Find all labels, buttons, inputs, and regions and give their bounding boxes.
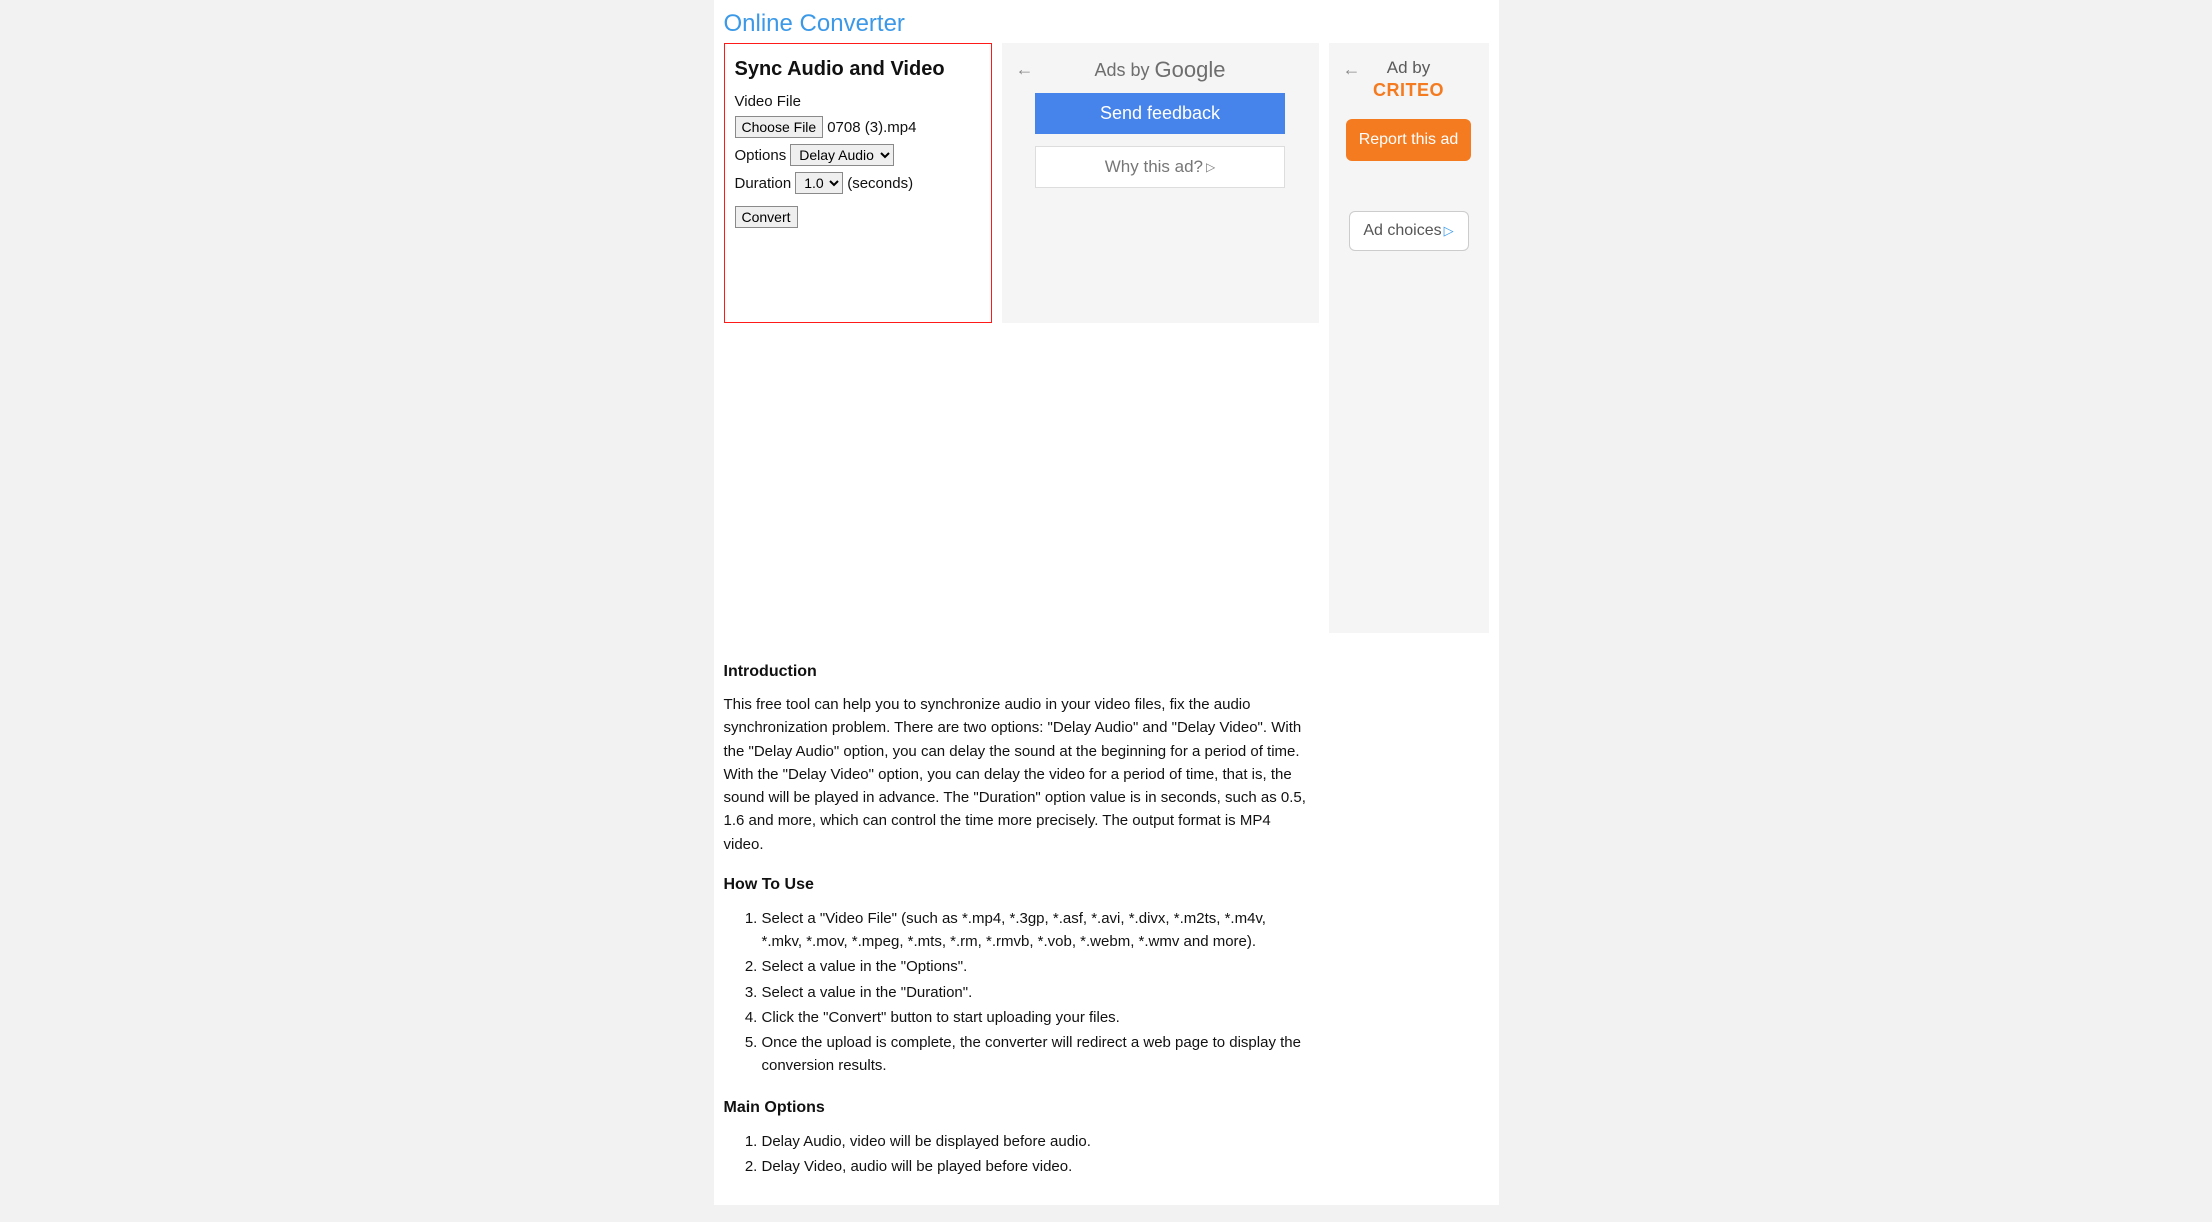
adchoices-icon: ▷	[1444, 223, 1454, 238]
duration-row: Duration 1.0 (seconds)	[735, 172, 981, 194]
options-row: Options Delay Audio	[735, 144, 981, 166]
list-item: Select a value in the "Duration".	[762, 980, 1309, 1005]
list-item: Delay Video, audio will be played before…	[762, 1154, 1309, 1179]
howto-heading: How To Use	[724, 876, 1309, 894]
why-this-ad-button[interactable]: Why this ad?▷	[1035, 146, 1285, 188]
google-logo-text: Google	[1155, 57, 1226, 82]
tool-panel: Sync Audio and Video Video File Choose F…	[724, 43, 992, 323]
list-item: Delay Audio, video will be displayed bef…	[762, 1129, 1309, 1154]
ad-google-panel: ← Ads by Google Send feedback Why this a…	[1002, 43, 1319, 323]
page-stage: Online Converter Sync Audio and Video Vi…	[714, 0, 1499, 1205]
howto-list: Select a "Video File" (such as *.mp4, *.…	[724, 906, 1309, 1079]
list-item: Click the "Convert" button to start uplo…	[762, 1005, 1309, 1030]
send-feedback-button[interactable]: Send feedback	[1035, 93, 1285, 134]
convert-button[interactable]: Convert	[735, 206, 798, 228]
list-item: Once the upload is complete, the convert…	[762, 1030, 1309, 1079]
ad-google-back-icon[interactable]: ←	[1016, 60, 1034, 78]
list-item: Select a value in the "Options".	[762, 954, 1309, 979]
choose-file-button[interactable]: Choose File	[735, 116, 824, 138]
duration-select[interactable]: 1.0	[795, 172, 843, 194]
ad-criteo-panel: ← Ad by CRITEO Report this ad Ad choices…	[1329, 43, 1489, 633]
list-item: Select a "Video File" (such as *.mp4, *.…	[762, 906, 1309, 955]
file-label: Video File	[735, 93, 801, 110]
main-options-heading: Main Options	[724, 1099, 1309, 1117]
options-select[interactable]: Delay Audio	[790, 144, 894, 166]
ad-google-head-prefix: Ads by	[1095, 60, 1155, 80]
duration-unit: (seconds)	[847, 175, 913, 192]
adchoices-icon: ▷	[1206, 160, 1215, 174]
file-row: Video File	[735, 93, 981, 110]
criteo-logo-text: CRITEO	[1339, 80, 1479, 101]
file-picker-row: Choose File 0708 (3).mp4	[735, 116, 981, 138]
duration-label: Duration	[735, 175, 792, 192]
ad-google-heading: Ads by Google	[1022, 53, 1299, 93]
intro-body: This free tool can help you to synchroni…	[724, 693, 1309, 856]
ad-criteo-back-icon[interactable]: ←	[1343, 60, 1361, 78]
site-header: Online Converter	[714, 0, 1499, 43]
article-content: Introduction This free tool can help you…	[714, 633, 1319, 1205]
options-label: Options	[735, 147, 787, 164]
top-row: Sync Audio and Video Video File Choose F…	[714, 43, 1499, 633]
ad-choices-button[interactable]: Ad choices▷	[1349, 211, 1469, 251]
why-this-ad-label: Why this ad?	[1105, 157, 1203, 176]
tool-title: Sync Audio and Video	[735, 58, 981, 81]
ad-choices-label: Ad choices	[1363, 222, 1441, 239]
convert-row: Convert	[735, 206, 981, 228]
main-options-list: Delay Audio, video will be displayed bef…	[724, 1129, 1309, 1180]
intro-heading: Introduction	[724, 663, 1309, 681]
report-ad-button[interactable]: Report this ad	[1346, 119, 1471, 161]
site-title[interactable]: Online Converter	[724, 10, 1489, 38]
chosen-file-name: 0708 (3).mp4	[827, 119, 916, 136]
